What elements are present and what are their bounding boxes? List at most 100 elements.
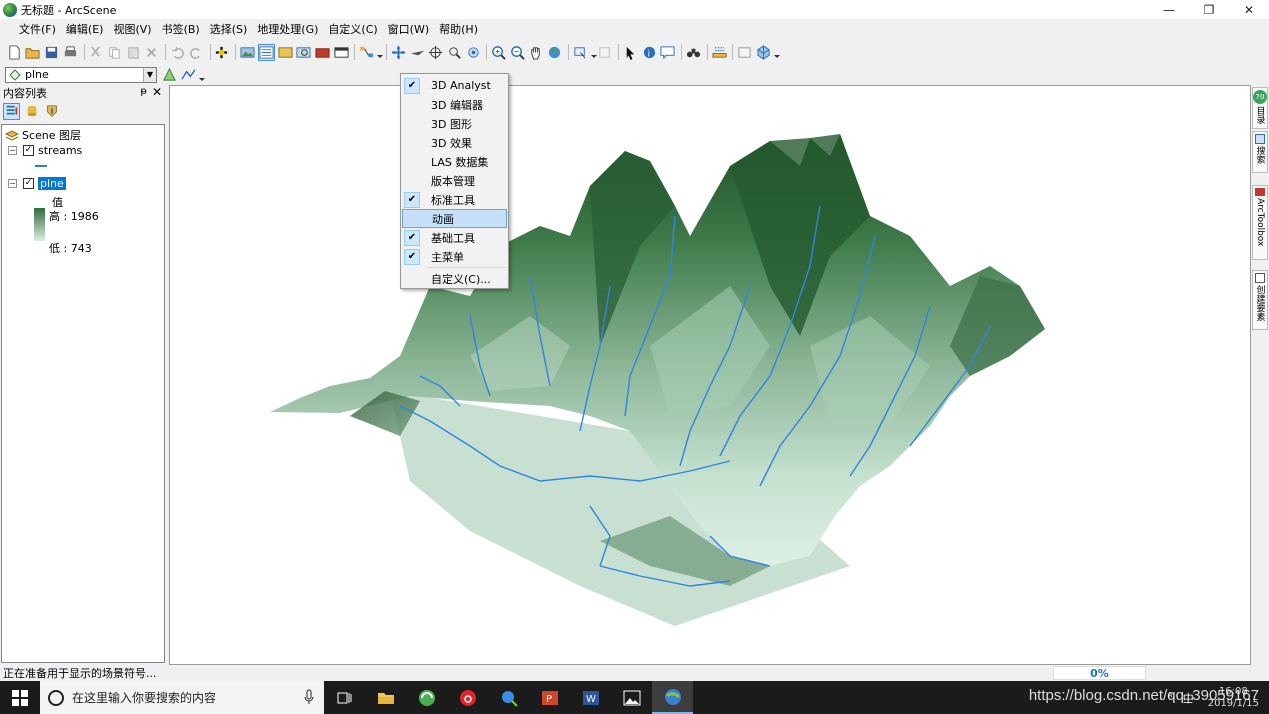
empty-check-slot <box>404 173 420 189</box>
menu-bookmarks[interactable]: 书签(B) <box>157 21 205 39</box>
menu-file[interactable]: 文件(F) <box>14 21 61 39</box>
menu-item-main-menu[interactable]: ✔ 主菜单 <box>402 247 507 266</box>
zoom-to-target-icon[interactable] <box>446 44 463 61</box>
menu-help[interactable]: 帮助(H) <box>434 21 483 39</box>
menu-view[interactable]: 视图(V) <box>108 21 156 39</box>
pin-icon[interactable]: ᵽ <box>140 86 147 97</box>
copy-icon[interactable] <box>106 44 123 61</box>
python-window-icon[interactable] <box>333 44 350 61</box>
collapse-toggle[interactable]: − <box>8 146 17 155</box>
menu-item-versioning[interactable]: 版本管理 <box>402 171 507 190</box>
toolbar-dropdown-arrow[interactable] <box>377 44 383 60</box>
add-data-icon[interactable] <box>214 44 231 61</box>
menu-item-3d-editor[interactable]: 3D 编辑器 <box>402 95 507 114</box>
layer-visibility-checkbox[interactable]: ✓ <box>23 178 34 189</box>
list-by-visibility-icon[interactable] <box>43 103 60 120</box>
3d-analyst-icon[interactable] <box>755 44 772 61</box>
arctoolbox-icon[interactable] <box>314 44 331 61</box>
cortana-circle-icon <box>48 689 64 706</box>
identify-icon[interactable]: i <box>641 44 658 61</box>
measure-icon[interactable] <box>711 44 728 61</box>
word-icon[interactable]: W <box>570 681 611 714</box>
layer-toolbar-dropdown-arrow[interactable] <box>199 67 205 83</box>
menu-item-3d-analyst[interactable]: ✔ 3D Analyst <box>402 76 507 95</box>
layer-name-plne[interactable]: plne <box>38 177 66 190</box>
layers-stack-icon <box>5 130 19 141</box>
menu-item-3d-effects[interactable]: 3D 效果 <box>402 133 507 152</box>
menu-item-animation[interactable]: 动画 <box>402 209 507 228</box>
raster-tool-icon[interactable] <box>161 66 178 83</box>
delete-icon[interactable] <box>144 44 161 61</box>
powerpoint-icon[interactable]: P <box>529 681 570 714</box>
layer-row-streams[interactable]: − ✓ streams <box>8 144 82 157</box>
arctoolbox-dock-tab[interactable]: ArcToolbox <box>1252 185 1268 260</box>
save-icon[interactable] <box>43 44 60 61</box>
arcscene-taskbar-icon[interactable] <box>652 681 693 714</box>
target-center-icon[interactable] <box>427 44 444 61</box>
catalog-dock-tab[interactable]: 70 目录 <box>1252 87 1268 129</box>
search-globe-icon[interactable] <box>488 681 529 714</box>
layer-row-plne[interactable]: − ✓ plne <box>8 177 66 190</box>
chevron-down-icon[interactable]: ▼ <box>143 67 156 82</box>
print-icon[interactable] <box>62 44 79 61</box>
menu-item-3d-graphics[interactable]: 3D 图形 <box>402 114 507 133</box>
photos-icon[interactable] <box>611 681 652 714</box>
create-features-dock-tab[interactable]: 创建要素 <box>1252 270 1268 330</box>
navigate-icon[interactable] <box>390 44 407 61</box>
select-features-icon[interactable] <box>572 44 589 61</box>
3d-scene-view[interactable] <box>169 85 1251 665</box>
scene-layers-root[interactable]: Scene 图层 <box>5 127 81 143</box>
browser-360-icon[interactable] <box>406 681 447 714</box>
collapse-toggle[interactable]: − <box>8 179 17 188</box>
zoom-in-icon[interactable] <box>490 44 507 61</box>
clear-selection-icon[interactable] <box>597 44 614 61</box>
catalog-window-icon[interactable] <box>277 44 294 61</box>
set-observer-icon[interactable] <box>465 44 482 61</box>
modelbuilder-icon[interactable] <box>358 44 375 61</box>
file-explorer-icon[interactable] <box>365 681 406 714</box>
pan-hand-icon[interactable] <box>528 44 545 61</box>
windows-start-button[interactable] <box>0 681 40 714</box>
list-by-drawing-order-icon[interactable] <box>3 102 20 120</box>
full-extent-icon[interactable] <box>546 44 563 61</box>
interpolate-line-icon[interactable] <box>180 66 197 83</box>
menu-selection[interactable]: 选择(S) <box>205 21 253 39</box>
layer-window-icon[interactable] <box>736 44 753 61</box>
task-view-icon[interactable] <box>324 681 365 714</box>
scene-properties-icon[interactable] <box>239 44 256 61</box>
close-button[interactable]: ✕ <box>1229 0 1269 19</box>
undo-icon[interactable] <box>169 44 186 61</box>
open-folder-icon[interactable] <box>25 44 42 61</box>
layer-select[interactable]: plne ▼ <box>5 66 157 83</box>
menu-item-las-dataset[interactable]: LAS 数据集 <box>402 152 507 171</box>
layer-visibility-checkbox[interactable]: ✓ <box>23 145 34 156</box>
zoom-out-icon[interactable] <box>509 44 526 61</box>
list-by-source-icon[interactable] <box>23 103 40 120</box>
redo-icon[interactable] <box>188 44 205 61</box>
find-binoculars-icon[interactable] <box>685 44 702 61</box>
close-icon[interactable]: ✕ <box>152 85 162 99</box>
toc-window-icon[interactable] <box>257 43 275 61</box>
menu-item-base-tools[interactable]: ✔ 基础工具 <box>402 228 507 247</box>
fly-icon[interactable] <box>409 44 426 61</box>
select-elements-icon[interactable] <box>622 44 639 61</box>
microphone-icon[interactable] <box>304 689 314 705</box>
menu-geoprocessing[interactable]: 地理处理(G) <box>252 21 323 39</box>
search-window-icon[interactable] <box>295 44 312 61</box>
menu-customize[interactable]: 自定义(C) <box>323 21 382 39</box>
minimize-button[interactable]: — <box>1149 0 1189 19</box>
menu-windows[interactable]: 窗口(W) <box>383 21 434 39</box>
layer-name-streams[interactable]: streams <box>38 144 82 157</box>
html-popup-icon[interactable] <box>660 44 677 61</box>
netease-music-icon[interactable] <box>447 681 488 714</box>
3d-analyst-dropdown-arrow[interactable] <box>774 44 780 60</box>
menu-item-customize[interactable]: 自定义(C)... <box>402 269 507 288</box>
new-document-icon[interactable] <box>6 44 23 61</box>
search-dock-tab[interactable]: 搜索 <box>1252 131 1268 173</box>
menu-edit[interactable]: 编辑(E) <box>61 21 109 39</box>
paste-icon[interactable] <box>125 44 142 61</box>
cut-icon[interactable] <box>88 44 105 61</box>
taskbar-search-box[interactable]: 在这里输入你要搜索的内容 <box>40 681 324 714</box>
menu-item-standard-tools[interactable]: ✔ 标准工具 <box>402 190 507 209</box>
restore-button[interactable]: ❐ <box>1189 0 1229 19</box>
